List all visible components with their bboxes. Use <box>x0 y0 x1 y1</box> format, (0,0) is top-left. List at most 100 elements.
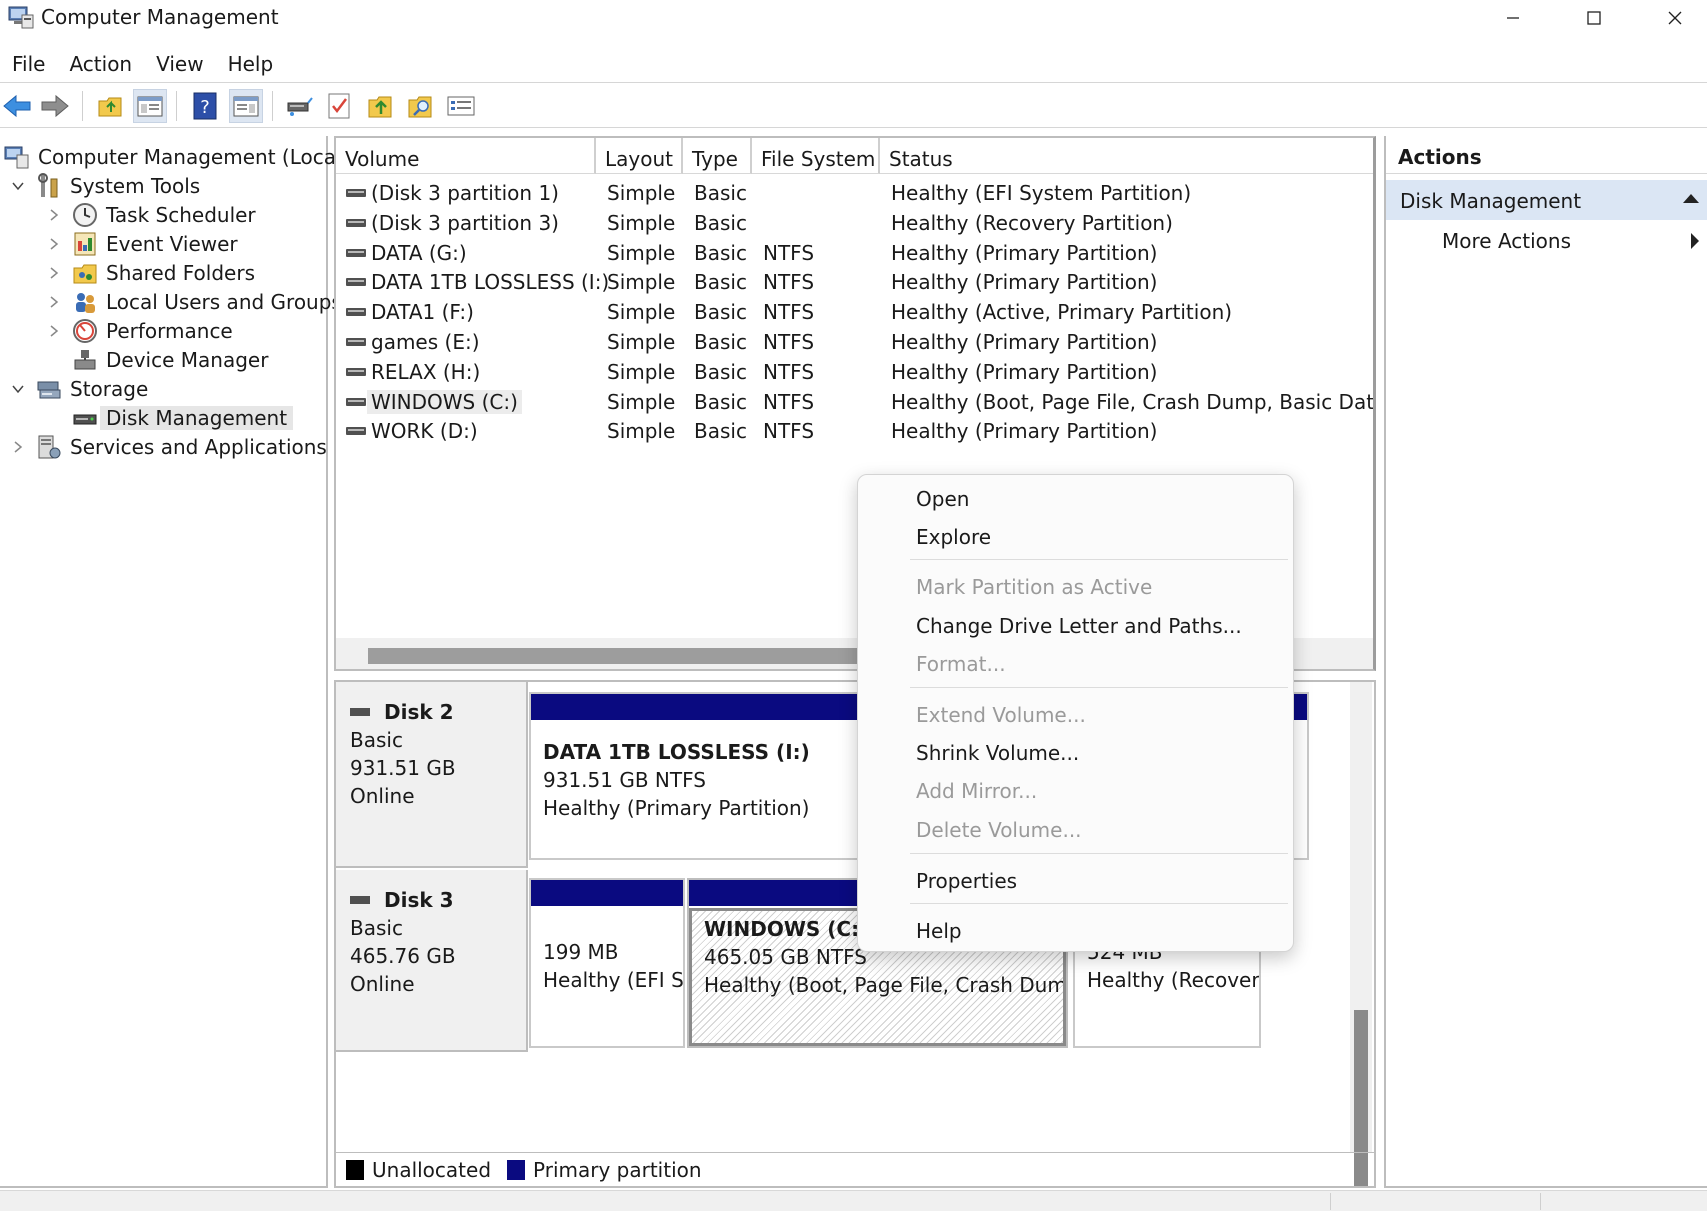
search-folder-button[interactable] <box>404 89 438 123</box>
actions-header: Actions <box>1386 136 1707 174</box>
disk-2-label[interactable]: Disk 2 Basic 931.51 GB Online <box>336 682 528 868</box>
system-tools-icon <box>36 173 62 199</box>
volume-row[interactable]: RELAX (H:) Simple Basic NTFS Healthy (Primar… <box>336 357 1373 387</box>
tree-node-local-users-groups[interactable]: Local Users and Groups <box>46 287 342 317</box>
tree-node-event-viewer[interactable]: Event Viewer <box>46 229 238 259</box>
connect-drive-button[interactable] <box>282 89 316 123</box>
tree-node-task-scheduler[interactable]: Task Scheduler <box>46 200 256 230</box>
title-bar: Computer Management <box>0 0 1707 36</box>
menu-item-help[interactable]: Help <box>858 913 1295 949</box>
volume-icon <box>346 189 366 197</box>
chevron-down-icon[interactable] <box>10 381 26 397</box>
show-hide-action-pane-button[interactable] <box>229 89 263 123</box>
partition-status: Healthy (EFI S <box>543 968 683 992</box>
menu-item-delete-volume: Delete Volume... <box>916 818 1082 842</box>
folder-arrow-up-icon <box>368 96 392 118</box>
column-header-volume[interactable]: Volume <box>336 138 596 174</box>
cell-status: Healthy (Primary Partition) <box>891 419 1158 444</box>
menu-item-shrink-volume[interactable]: Shrink Volume... <box>858 735 1295 771</box>
scrollbar-thumb[interactable] <box>368 648 888 664</box>
more-actions-item[interactable]: More Actions <box>1386 224 1707 258</box>
tree-node-computer-management[interactable]: Computer Management (Local) <box>4 142 349 172</box>
tree-label: Device Manager <box>106 348 269 372</box>
tree-node-disk-management[interactable]: Disk Management <box>72 403 294 433</box>
volume-row[interactable]: DATA (G:) Simple Basic NTFS Healthy (Primary… <box>336 238 1373 268</box>
cell-volume: DATA 1TB LOSSLESS (I:) <box>371 270 610 295</box>
actions-section-disk-management[interactable]: Disk Management <box>1386 180 1707 220</box>
export-list-button[interactable] <box>364 89 398 123</box>
disk-3-label[interactable]: Disk 3 Basic 465.76 GB Online <box>336 870 528 1052</box>
tree-label: Services and Applications <box>70 435 327 459</box>
partition-efi[interactable]: 199 MB Healthy (EFI S <box>529 878 685 1048</box>
menu-action[interactable]: Action <box>57 46 144 82</box>
column-header-file-system[interactable]: File System <box>752 138 880 174</box>
disk-type: Basic <box>350 916 403 940</box>
column-header-status[interactable]: Status <box>880 138 1373 174</box>
menu-item-add-mirror: Add Mirror... <box>916 779 1038 803</box>
properties-list-icon <box>447 96 475 116</box>
chevron-right-icon[interactable] <box>46 207 62 223</box>
tree-node-shared-folders[interactable]: Shared Folders <box>46 258 255 288</box>
chevron-right-icon[interactable] <box>46 323 62 339</box>
column-header-layout[interactable]: Layout <box>596 138 683 174</box>
volume-icon <box>346 248 366 257</box>
minimize-icon <box>1507 17 1519 19</box>
back-button[interactable] <box>0 89 34 123</box>
properties-button[interactable] <box>444 89 478 123</box>
chevron-right-icon[interactable] <box>46 236 62 252</box>
volume-row[interactable]: DATA1 (F:) Simple Basic NTFS Healthy (Active… <box>336 297 1373 327</box>
maximize-button[interactable] <box>1564 0 1624 36</box>
chevron-right-icon[interactable] <box>10 439 26 455</box>
chevron-right-icon[interactable] <box>46 294 62 310</box>
forward-arrow-icon <box>41 94 69 118</box>
event-log-icon <box>72 231 98 257</box>
toolbar: ? <box>0 82 1707 128</box>
disk-type: Basic <box>350 728 403 752</box>
cell-layout: Simple <box>607 300 676 325</box>
partition-size: 199 MB <box>543 940 619 964</box>
check-disk-button[interactable] <box>322 89 356 123</box>
close-button[interactable] <box>1645 0 1705 36</box>
clock-icon <box>72 202 98 228</box>
tree-node-performance[interactable]: Performance <box>46 316 233 346</box>
disk-icon <box>350 896 370 904</box>
console-tree-icon <box>137 96 163 117</box>
cell-volume: (Disk 3 partition 1) <box>371 181 559 205</box>
forward-button[interactable] <box>38 89 72 123</box>
collapse-up-icon[interactable] <box>1683 194 1699 203</box>
menu-item-extend-volume: Extend Volume... <box>916 703 1086 727</box>
help-button[interactable]: ? <box>188 89 222 123</box>
cell-layout: Simple <box>607 270 676 295</box>
tree-node-device-manager[interactable]: Device Manager <box>72 345 268 375</box>
disk-size: 931.51 GB <box>350 756 456 780</box>
volume-row[interactable]: WINDOWS (C:) Simple Basic NTFS Healthy (Boot… <box>336 387 1373 417</box>
menu-item-change-drive-letter[interactable]: Change Drive Letter and Paths... <box>858 608 1295 644</box>
tree-node-system-tools[interactable]: System Tools <box>10 171 200 201</box>
column-header-type[interactable]: Type <box>683 138 752 174</box>
partition-status: Healthy (Boot, Page File, Crash Dump, <box>704 973 1066 997</box>
menu-view[interactable]: View <box>144 46 215 82</box>
tree-node-services-applications[interactable]: Services and Applications <box>10 432 327 462</box>
tree-label: Storage <box>70 377 149 401</box>
tree-label: Local Users and Groups <box>106 290 342 314</box>
tree-label: Disk Management <box>100 406 294 430</box>
volume-icon <box>346 278 366 287</box>
volume-row[interactable]: WORK (D:) Simple Basic NTFS Healthy (Primary… <box>336 416 1373 446</box>
vertical-scrollbar[interactable] <box>1350 682 1372 1186</box>
volume-row[interactable]: (Disk 3 partition 1) Simple Basic Healthy (… <box>336 178 1373 208</box>
menu-item-properties[interactable]: Properties <box>858 863 1295 899</box>
minimize-button[interactable] <box>1483 0 1543 36</box>
chevron-right-icon[interactable] <box>46 265 62 281</box>
menu-help[interactable]: Help <box>216 46 286 82</box>
tree-node-storage[interactable]: Storage <box>10 374 148 404</box>
menu-item-explore[interactable]: Explore <box>858 519 1295 555</box>
menu-item-format: Format... <box>916 652 1006 676</box>
volume-row[interactable]: DATA 1TB LOSSLESS (I:) Simple Basic NTFS Hea… <box>336 267 1373 297</box>
volume-row[interactable]: games (E:) Simple Basic NTFS Healthy (Primar… <box>336 327 1373 357</box>
volume-row[interactable]: (Disk 3 partition 3) Simple Basic Healthy (… <box>336 208 1373 238</box>
chevron-down-icon[interactable] <box>10 178 26 194</box>
menu-item-open[interactable]: Open <box>858 481 1295 517</box>
show-hide-console-tree-button[interactable] <box>133 89 167 123</box>
up-one-level-button[interactable] <box>94 89 128 123</box>
menu-file[interactable]: File <box>0 46 57 82</box>
